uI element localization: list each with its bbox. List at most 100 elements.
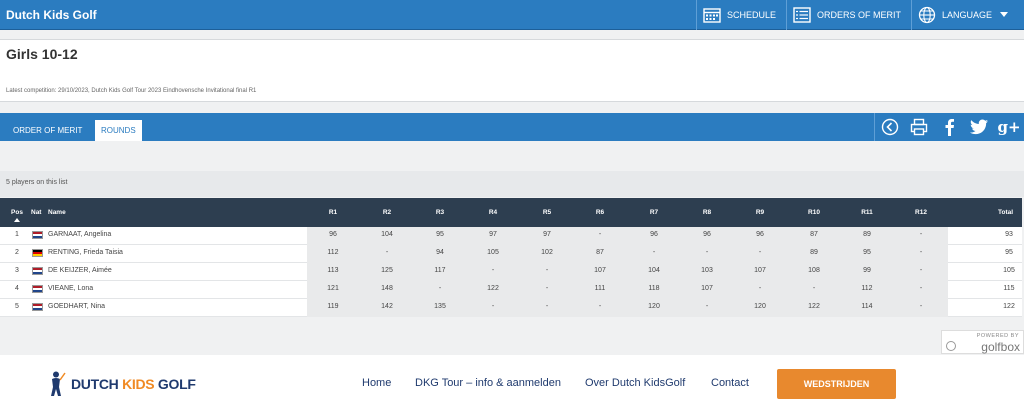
cell-round-score: 112 (861, 285, 873, 292)
cell-round-score: 114 (861, 303, 873, 310)
cell-round-score: - (705, 303, 709, 310)
google-plus-icon: g+ (997, 118, 1021, 136)
cell-round-score: 111 (594, 285, 606, 292)
cell-round-score: 104 (648, 267, 660, 274)
players-count: 5 players on this list (0, 171, 1024, 197)
cell-round-score: 89 (810, 249, 818, 256)
header-round[interactable]: R4 (478, 209, 508, 216)
cell-round-score: 119 (327, 303, 339, 310)
header-round[interactable]: R10 (799, 209, 829, 216)
schedule-nav[interactable]: SCHEDULE (695, 0, 786, 30)
cell-round-score: - (919, 267, 923, 274)
twitter-button[interactable] (964, 113, 994, 141)
orders-of-merit-label: ORDERS OF MERIT (816, 10, 901, 20)
cell-round-score: 87 (596, 249, 604, 256)
header-total[interactable]: Total (998, 209, 1013, 216)
cell-round-score: - (919, 303, 923, 310)
table-body: 1 GARNAAT, Angelina 96 104 95 97 97 - 96 96 96 87 89… (0, 227, 1022, 317)
top-nav: SCHEDULE ORDERS OF MERIT LANGUAGE (695, 0, 1024, 30)
cell-round-score: 99 (863, 267, 871, 274)
twitter-icon (970, 119, 988, 135)
language-nav[interactable]: LANGUAGE (910, 0, 1024, 30)
cell-total: 105 (1003, 267, 1015, 274)
cell-round-score: 125 (381, 267, 393, 274)
cell-total: 122 (1003, 303, 1015, 310)
table-row[interactable]: 4 VIEANE, Lona 121 148 - 122 - 111 118 107 - - 112 - 1… (0, 281, 1022, 299)
flag-icon (32, 231, 43, 239)
back-button[interactable] (874, 113, 904, 141)
google-plus-button[interactable]: g+ (994, 113, 1024, 141)
cell-round-score: - (491, 303, 495, 310)
header-round[interactable]: R8 (692, 209, 722, 216)
cell-round-score: - (545, 285, 549, 292)
calendar-icon (703, 8, 721, 23)
wedstrijden-button[interactable]: WEDSTRIJDEN (777, 369, 896, 399)
cell-round-score: - (919, 249, 923, 256)
cell-round-score: 122 (487, 285, 499, 292)
orders-of-merit-nav[interactable]: ORDERS OF MERIT (785, 0, 911, 30)
header-round[interactable]: R1 (318, 209, 348, 216)
chevron-down-icon (1000, 12, 1008, 17)
golfball-icon (946, 341, 956, 351)
share-toolbar: g+ (874, 113, 1024, 141)
cell-round-score: - (438, 285, 442, 292)
back-icon (881, 118, 898, 136)
cell-round-score: 95 (436, 231, 444, 238)
table-row[interactable]: 1 GARNAAT, Angelina 96 104 95 97 97 - 96 96 96 87 89… (0, 227, 1022, 245)
cell-round-score: - (758, 249, 762, 256)
cell-round-score: 96 (756, 231, 764, 238)
cell-round-score: - (491, 267, 495, 274)
page-title: Girls 10-12 (6, 46, 78, 62)
header-round[interactable]: R7 (639, 209, 669, 216)
cell-player-name[interactable]: VIEANE, Lona (48, 285, 93, 292)
footer-nav-dkg-tour[interactable]: DKG Tour – info & aanmelden (415, 377, 561, 389)
brand-title[interactable]: Dutch Kids Golf (6, 8, 97, 22)
header-round[interactable]: R3 (425, 209, 455, 216)
top-header: Dutch Kids Golf SCHEDULE ORDERS OF MERIT (0, 0, 1024, 30)
header-round[interactable]: R11 (852, 209, 882, 216)
results-table: Pos Nat Name Total R1 R2 R3 R4 R5 R6 R7 R8 R9 R10… (0, 198, 1022, 317)
footer-nav-over[interactable]: Over Dutch KidsGolf (585, 377, 685, 389)
cell-player-name[interactable]: RENTING, Frieda Taisia (48, 249, 123, 256)
tab-rounds[interactable]: ROUNDS (95, 120, 142, 141)
latest-competition: Latest competition: 29/10/2023, Dutch Ki… (6, 88, 257, 94)
header-nat[interactable]: Nat (31, 209, 41, 216)
logo-text-kids: KIDS (122, 376, 155, 392)
cell-player-name[interactable]: GOEDHART, Nina (48, 303, 105, 310)
header-round[interactable]: R9 (745, 209, 775, 216)
golfer-icon (51, 371, 66, 396)
cell-round-score: 117 (434, 267, 446, 274)
cell-player-name[interactable]: DE KEIJZER, Aimée (48, 267, 112, 274)
dutch-kids-golf-logo[interactable]: DUTCH KIDS GOLF (48, 371, 196, 397)
cell-round-score: 112 (327, 249, 339, 256)
cell-player-name[interactable]: GARNAAT, Angelina (48, 231, 111, 238)
cell-total: 93 (1005, 231, 1013, 238)
cell-round-score: 96 (650, 231, 658, 238)
footer-nav-contact[interactable]: Contact (711, 377, 749, 389)
cell-total: 115 (1003, 285, 1015, 292)
table-row[interactable]: 3 DE KEIJZER, Aimée 113 125 117 - - 107 104 103 10… (0, 263, 1022, 281)
cell-round-score: - (652, 249, 656, 256)
tab-order-of-merit[interactable]: ORDER OF MERIT (6, 120, 89, 141)
header-name[interactable]: Name (48, 209, 66, 216)
logo-text-golf: GOLF (154, 376, 196, 392)
header-round[interactable]: R12 (906, 209, 936, 216)
cell-round-score: 95 (863, 249, 871, 256)
powered-by-golfbox[interactable]: POWERED BY golfbox (941, 330, 1024, 354)
cell-round-score: 94 (436, 249, 444, 256)
cell-round-score: 113 (327, 267, 339, 274)
facebook-button[interactable] (934, 113, 964, 141)
header-round[interactable]: R5 (532, 209, 562, 216)
print-button[interactable] (904, 113, 934, 141)
header-round[interactable]: R6 (585, 209, 615, 216)
header-round[interactable]: R2 (372, 209, 402, 216)
powered-by-label: POWERED BY (976, 333, 1019, 339)
cell-round-score: - (919, 231, 923, 238)
table-row[interactable]: 2 RENTING, Frieda Taisia 112 - 94 105 102 87 - - -… (0, 245, 1022, 263)
cell-round-score: 107 (701, 285, 713, 292)
table-row[interactable]: 5 GOEDHART, Nina 119 142 135 - - - 120 - 120 122 114… (0, 299, 1022, 317)
cell-round-score: 102 (541, 249, 553, 256)
footer-nav-home[interactable]: Home (362, 377, 391, 389)
header-pos[interactable]: Pos (10, 209, 24, 216)
cell-pos: 4 (15, 285, 19, 292)
